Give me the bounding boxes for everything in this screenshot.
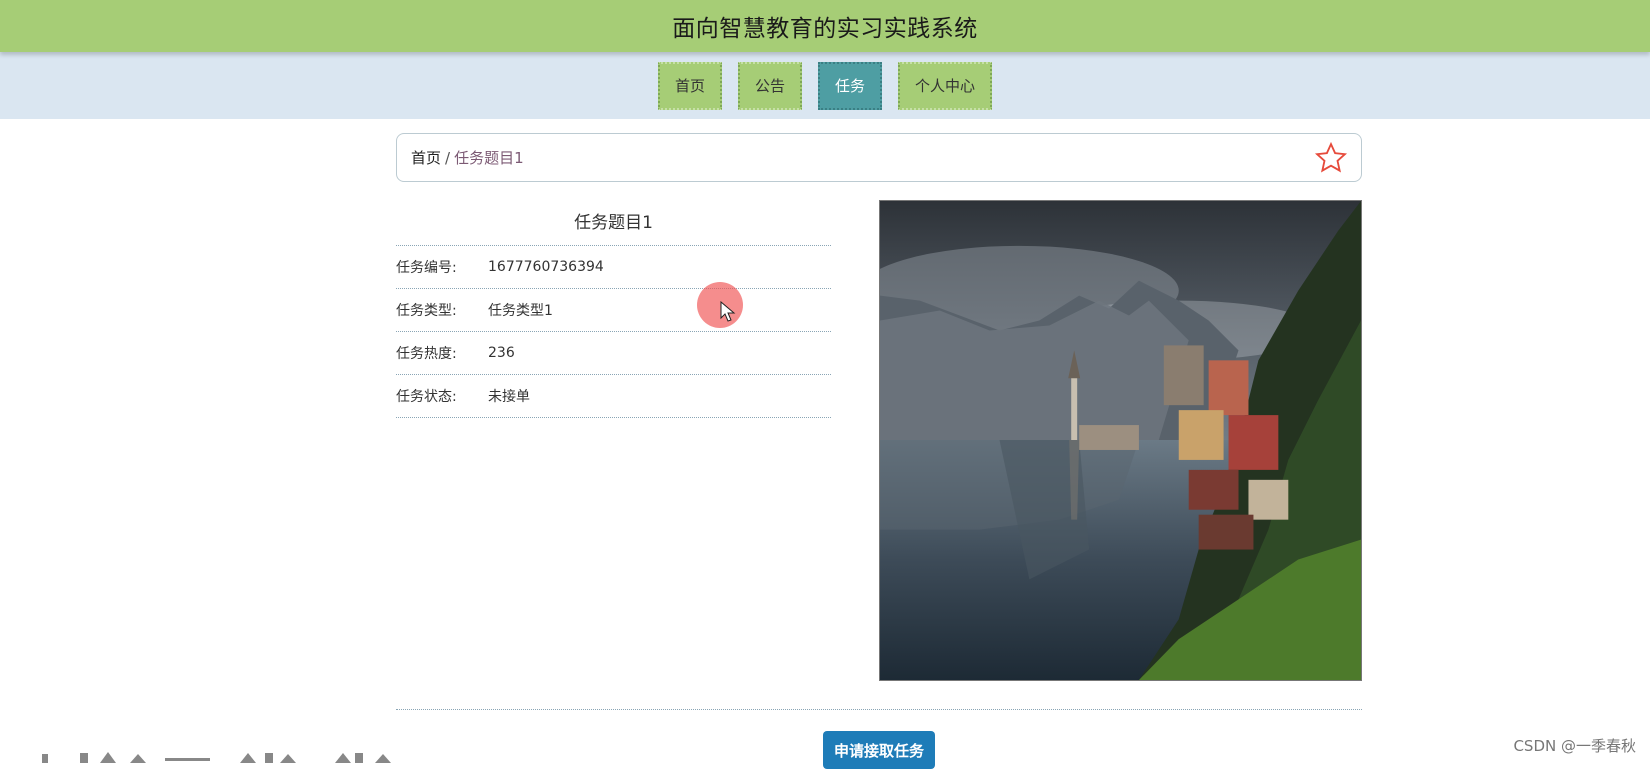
task-title: 任务题目1 [396,200,831,246]
task-field-value: 1677760736394 [488,259,604,275]
task-field-label: 任务热度: [396,346,457,362]
task-field-value: 任务类型1 [488,303,553,319]
content-divider [396,709,1362,710]
nav-item-home[interactable]: 首页 [657,61,722,110]
breadcrumb: 首页 / 任务题目1 [411,147,524,168]
nav-item-announcements[interactable]: 公告 [737,61,802,110]
task-field-label: 任务编号: [396,260,457,276]
star-outline-icon[interactable] [1314,141,1348,175]
task-field-row: 任务热度: 236 [396,332,831,375]
task-field-row: 任务编号: 1677760736394 [396,246,831,289]
task-field-label: 任务状态: [396,389,457,405]
task-field-label: 任务类型: [396,303,457,319]
task-field-row: 任务类型: 任务类型1 [396,289,831,332]
task-field-value: 未接单 [488,389,530,405]
mouse-cursor-icon [720,301,736,322]
watermark: CSDN @一季春秋 [1513,737,1636,755]
breadcrumb-current: 任务题目1 [454,149,524,167]
nav-item-tasks[interactable]: 任务 [818,61,883,110]
breadcrumb-separator: / [445,149,451,167]
nav-item-personal-center[interactable]: 个人中心 [898,61,993,110]
lake-village-photo [880,201,1361,680]
bottom-decoration [42,752,391,763]
nav-bar: 首页 公告 任务 个人中心 [0,52,1650,119]
breadcrumb-bar: 首页 / 任务题目1 [396,133,1362,182]
breadcrumb-home-link[interactable]: 首页 [411,149,441,167]
task-field-row: 任务状态: 未接单 [396,375,831,418]
app-header: 面向智慧教育的实习实践系统 [0,0,1650,52]
task-info-panel: 任务题目1 任务编号: 1677760736394 任务类型: 任务类型1 任务… [396,200,831,418]
task-field-value: 236 [488,345,515,361]
apply-task-button[interactable]: 申请接取任务 [823,731,935,769]
task-image [879,200,1362,681]
app-title: 面向智慧教育的实习实践系统 [672,16,978,42]
